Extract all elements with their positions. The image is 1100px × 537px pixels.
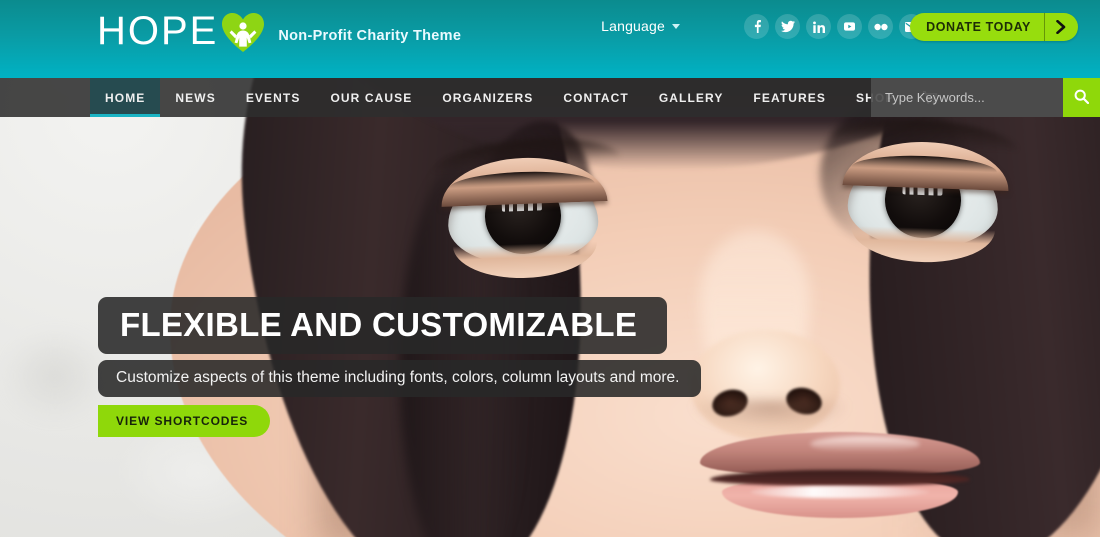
nav-item-gallery[interactable]: GALLERY: [644, 78, 739, 117]
main-navigation: HOME NEWS EVENTS OUR CAUSE ORGANIZERS CO…: [0, 78, 1100, 117]
chevron-down-icon: [672, 23, 680, 29]
nav-items: HOME NEWS EVENTS OUR CAUSE ORGANIZERS CO…: [90, 78, 952, 117]
eye-left: [440, 155, 608, 281]
nav-item-contact[interactable]: CONTACT: [548, 78, 643, 117]
donate-label: DONATE TODAY: [926, 20, 1031, 34]
nav-item-organizers[interactable]: ORGANIZERS: [427, 78, 548, 117]
language-label: Language: [601, 18, 665, 34]
nav-item-events[interactable]: EVENTS: [231, 78, 316, 117]
slider-title-row: FLEXIBLE AND CUSTOMIZABLE: [98, 297, 701, 354]
flickr-icon[interactable]: [868, 14, 893, 39]
green-heart-person-logo: [222, 13, 265, 53]
logo-wordmark: HOPE: [97, 9, 219, 53]
eye-right: [842, 139, 1010, 265]
search-box: [871, 78, 1100, 117]
nav-item-home[interactable]: HOME: [90, 78, 161, 117]
lower-lip-highlight: [750, 486, 930, 498]
slider-caption: FLEXIBLE AND CUSTOMIZABLE Customize aspe…: [98, 297, 702, 438]
page-root: HOPE Non-Profit Charity Theme Language D…: [0, 0, 1100, 537]
youtube-icon[interactable]: [837, 14, 862, 39]
upper-lip-highlight: [810, 436, 920, 452]
nav-item-features[interactable]: FEATURES: [738, 78, 841, 117]
slider-subtitle-row: Customize aspects of this theme includin…: [98, 354, 702, 398]
nose-shadow: [690, 400, 850, 432]
site-logo[interactable]: HOPE Non-Profit Charity Theme: [97, 8, 461, 54]
logo-tagline: Non-Profit Charity Theme: [278, 28, 462, 44]
facebook-icon[interactable]: [744, 14, 769, 39]
search-input[interactable]: [871, 78, 1063, 117]
search-icon: [1074, 89, 1090, 107]
view-shortcodes-button[interactable]: VIEW SHORTCODES: [98, 405, 271, 438]
search-button[interactable]: [1063, 78, 1100, 117]
site-header: HOPE Non-Profit Charity Theme Language D…: [0, 0, 1100, 78]
mouth: [700, 432, 980, 520]
nav-item-our-cause[interactable]: OUR CAUSE: [315, 78, 427, 117]
chevron-right-icon: [1045, 20, 1078, 34]
language-selector[interactable]: Language: [601, 18, 680, 34]
lip-line: [710, 470, 970, 486]
twitter-icon[interactable]: [775, 14, 800, 39]
linkedin-icon[interactable]: [806, 14, 831, 39]
slider-button-row: VIEW SHORTCODES: [98, 397, 701, 438]
donate-today-button[interactable]: DONATE TODAY: [910, 13, 1078, 41]
nav-item-news[interactable]: NEWS: [160, 78, 230, 117]
slider-subtitle: Customize aspects of this theme includin…: [98, 359, 702, 398]
slider-title: FLEXIBLE AND CUSTOMIZABLE: [98, 297, 668, 354]
